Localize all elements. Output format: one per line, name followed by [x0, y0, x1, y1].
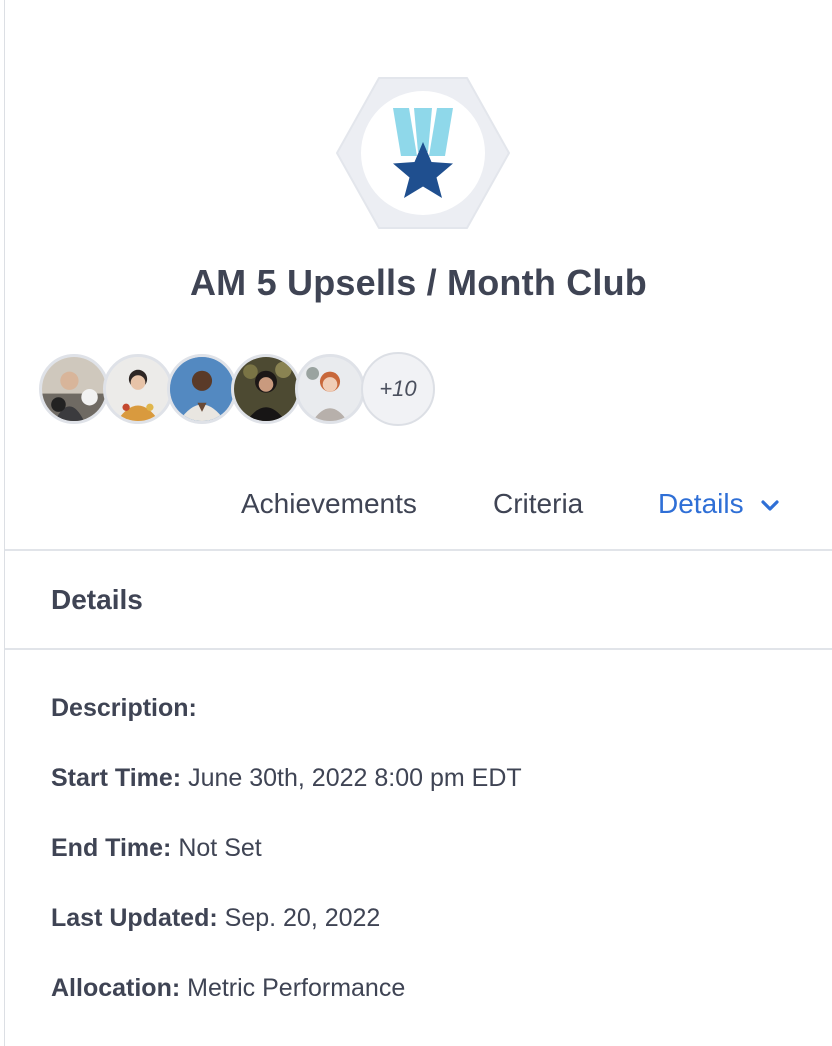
badge-icon	[335, 76, 511, 230]
tab-achievements[interactable]: Achievements	[241, 488, 417, 520]
tab-criteria[interactable]: Criteria	[493, 488, 583, 520]
detail-row-end-time: End Time: Not Set	[51, 834, 262, 863]
detail-value: Not Set	[178, 834, 262, 862]
detail-label: End Time:	[51, 834, 172, 862]
detail-label: Description:	[51, 694, 197, 722]
avatar[interactable]	[167, 354, 237, 424]
detail-label: Last Updated:	[51, 904, 218, 932]
detail-label: Start Time:	[51, 764, 182, 792]
chevron-down-icon	[761, 487, 779, 519]
tab-details[interactable]: Details	[658, 488, 779, 522]
detail-value: June 30th, 2022 8:00 pm EDT	[188, 764, 522, 792]
more-members-count: +10	[379, 376, 417, 401]
avatar[interactable]	[231, 354, 301, 424]
tab-label: Details	[658, 488, 744, 519]
tab-label: Achievements	[241, 488, 417, 519]
avatar[interactable]	[295, 354, 365, 424]
tab-bar: Achievements Criteria Details	[5, 488, 832, 528]
detail-row-description: Description:	[51, 694, 197, 723]
divider	[5, 648, 832, 650]
tab-label: Criteria	[493, 488, 584, 519]
badge-detail-card: AM 5 Upsells / Month Club +10 Achievemen…	[4, 0, 832, 1046]
divider	[5, 549, 832, 551]
detail-label: Allocation:	[51, 974, 181, 1002]
detail-value: Sep. 20, 2022	[224, 904, 381, 932]
avatar[interactable]	[103, 354, 173, 424]
detail-value: Metric Performance	[187, 974, 406, 1002]
page-title: AM 5 Upsells / Month Club	[189, 262, 647, 303]
more-members-button[interactable]: +10	[361, 352, 435, 426]
avatar[interactable]	[39, 354, 109, 424]
detail-row-start-time: Start Time: June 30th, 2022 8:00 pm EDT	[51, 764, 522, 793]
detail-row-last-updated: Last Updated: Sep. 20, 2022	[51, 904, 380, 933]
detail-row-allocation: Allocation: Metric Performance	[51, 974, 405, 1003]
section-title: Details	[51, 584, 143, 615]
